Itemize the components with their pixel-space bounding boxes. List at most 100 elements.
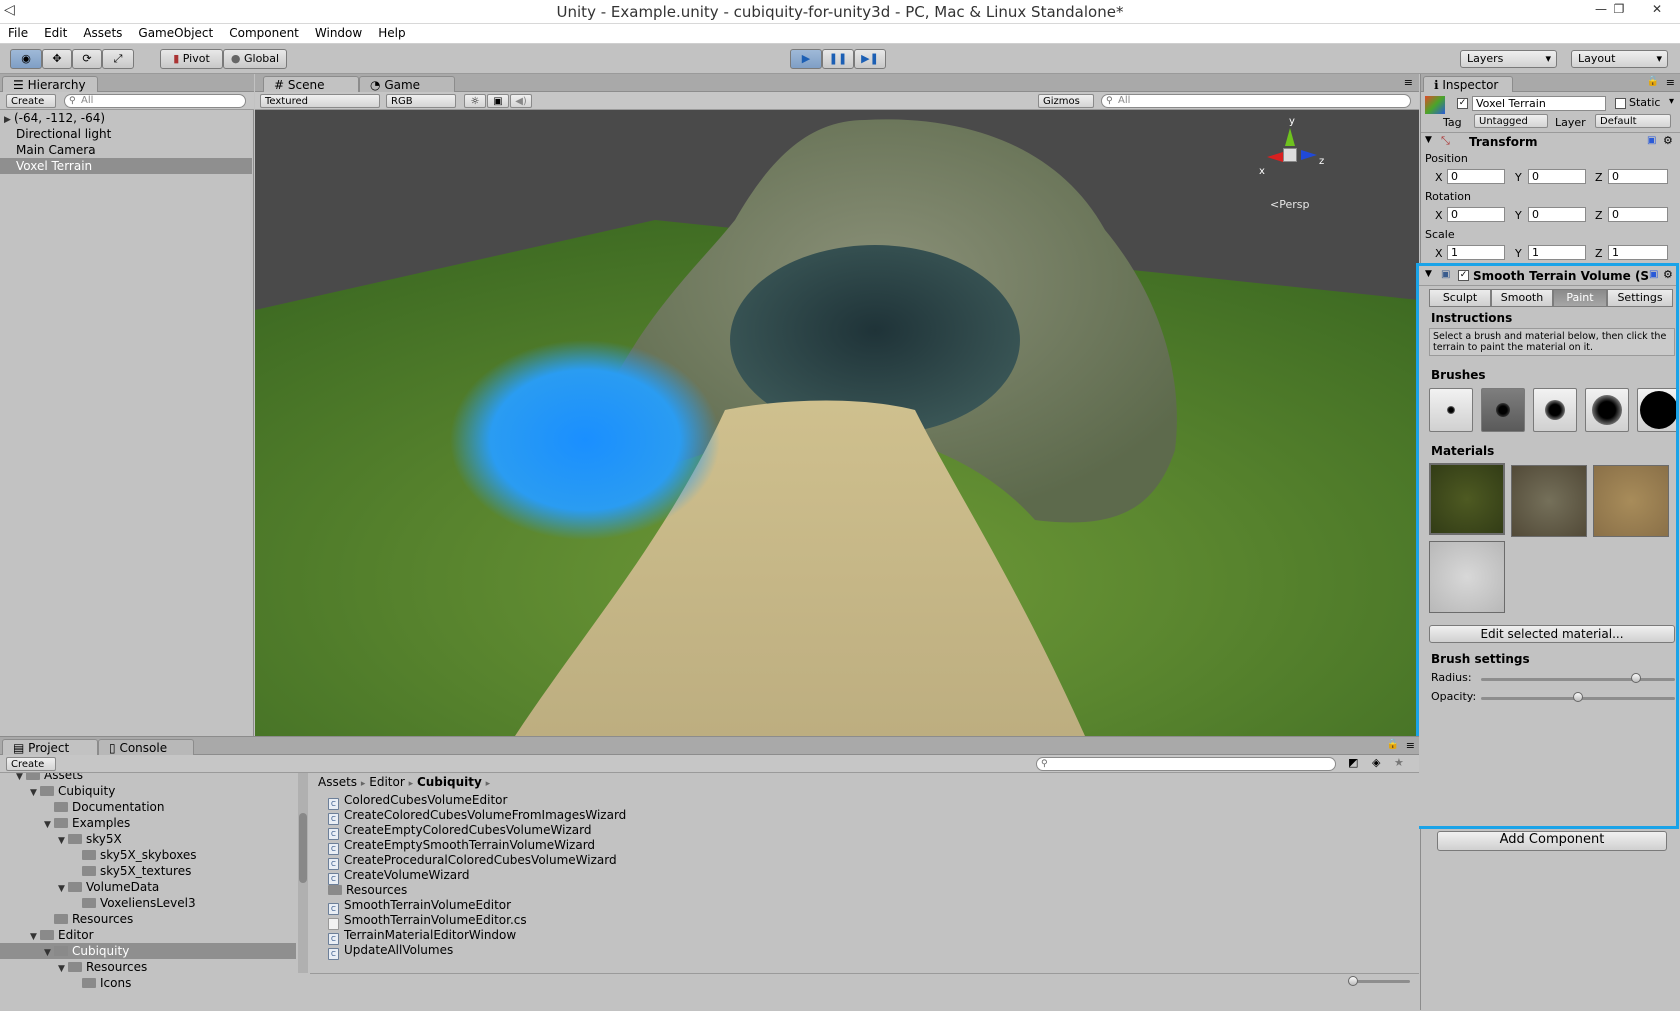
hierarchy-item-3[interactable]: Voxel Terrain: [0, 158, 252, 174]
tree-scrollbar[interactable]: [298, 773, 308, 973]
tree-item[interactable]: ▼ Editor: [0, 927, 296, 943]
close-icon[interactable]: ✕: [1646, 2, 1668, 20]
breadcrumb-assets[interactable]: Assets: [318, 775, 357, 789]
help-icon[interactable]: ▣: [1649, 269, 1659, 280]
rotation-x-field[interactable]: 0: [1447, 207, 1505, 222]
help-icon[interactable]: ▣: [1647, 135, 1656, 146]
step-button[interactable]: ▶❚: [854, 49, 886, 69]
color-mode-dropdown[interactable]: RGB: [386, 94, 456, 108]
view-tool-button[interactable]: ◉: [10, 49, 42, 69]
radius-slider-track[interactable]: [1481, 678, 1675, 681]
hierarchy-create-button[interactable]: Create: [6, 94, 56, 108]
component-enabled-checkbox[interactable]: ✓: [1458, 270, 1469, 281]
radius-slider-knob[interactable]: [1631, 673, 1642, 683]
brush-4[interactable]: [1585, 388, 1629, 432]
pivot-toggle[interactable]: ▮ Pivot: [160, 49, 223, 69]
object-name-input[interactable]: Voxel Terrain: [1472, 96, 1606, 111]
tree-item[interactable]: VoxeliensLevel3: [0, 895, 296, 911]
axis-y-cone[interactable]: [1285, 128, 1295, 146]
material-rock[interactable]: [1429, 541, 1505, 613]
static-dropdown-icon[interactable]: ▾: [1669, 96, 1674, 107]
projection-label[interactable]: <Persp: [1270, 198, 1309, 211]
restore-icon[interactable]: ❐: [1608, 2, 1630, 20]
file-item[interactable]: C CreateEmptyColoredCubesVolumeWizard: [328, 822, 591, 840]
tab-sculpt[interactable]: Sculpt: [1429, 289, 1491, 307]
gizmo-center-cube[interactable]: [1283, 148, 1297, 162]
position-x-field[interactable]: 0: [1447, 169, 1505, 184]
project-search-input[interactable]: [1036, 757, 1336, 771]
tab-console[interactable]: ▯ Console: [98, 739, 194, 755]
tree-scrollbar-thumb[interactable]: [299, 813, 307, 883]
pause-button[interactable]: ❚❚: [822, 49, 854, 69]
scale-z-field[interactable]: 1: [1608, 245, 1668, 260]
tree-item[interactable]: Icons: [0, 975, 296, 991]
tree-item[interactable]: ▼ Assets: [0, 773, 296, 783]
panel-menu-icon[interactable]: ≡: [1666, 76, 1675, 89]
lock-icon[interactable]: 🔒: [1387, 739, 1399, 750]
project-create-button[interactable]: Create: [6, 757, 56, 771]
tab-smooth[interactable]: Smooth: [1491, 289, 1553, 307]
brush-2[interactable]: [1481, 388, 1525, 432]
collapse-icon[interactable]: ▼: [1425, 269, 1432, 279]
layers-dropdown[interactable]: Layers: [1460, 50, 1557, 68]
tree-item[interactable]: ▼ Examples: [0, 815, 296, 831]
menu-window[interactable]: Window: [307, 24, 370, 40]
menu-component[interactable]: Component: [221, 24, 307, 40]
axis-x-cone[interactable]: [1267, 152, 1283, 162]
tree-item[interactable]: Documentation: [0, 799, 296, 815]
filter-type-icon[interactable]: ◩: [1348, 756, 1358, 769]
tab-inspector[interactable]: ℹ Inspector: [1423, 76, 1513, 92]
rotation-z-field[interactable]: 0: [1608, 207, 1668, 222]
material-dirt[interactable]: [1511, 465, 1587, 537]
material-sand[interactable]: [1593, 465, 1669, 537]
tab-project[interactable]: ▤ Project: [2, 739, 98, 755]
scale-x-field[interactable]: 1: [1447, 245, 1505, 260]
tab-settings[interactable]: Settings: [1607, 289, 1673, 307]
transform-header[interactable]: ▼ ⤡ Transform ▣ ⚙: [1421, 132, 1680, 150]
favorite-icon[interactable]: ★: [1394, 756, 1404, 769]
image-toggle[interactable]: ▣: [487, 94, 509, 108]
rotate-tool-button[interactable]: ⟳: [72, 49, 102, 69]
collapse-icon[interactable]: ▼: [1425, 135, 1432, 145]
axis-z-cone[interactable]: [1301, 150, 1317, 160]
layer-dropdown[interactable]: Default: [1595, 114, 1671, 128]
hierarchy-search-input[interactable]: All: [64, 94, 246, 108]
active-checkbox[interactable]: ✓: [1457, 98, 1468, 109]
rotation-y-field[interactable]: 0: [1528, 207, 1586, 222]
icon-size-slider-knob[interactable]: [1348, 976, 1358, 986]
tree-item[interactable]: ▼ Resources: [0, 959, 296, 975]
file-item[interactable]: C UpdateAllVolumes: [328, 942, 453, 960]
file-item[interactable]: C SmoothTerrainVolumeEditor: [328, 897, 511, 915]
menu-assets[interactable]: Assets: [75, 24, 130, 40]
tree-item[interactable]: sky5X_textures: [0, 863, 296, 879]
panel-menu-icon[interactable]: ≡: [1404, 76, 1413, 89]
icon-size-slider-track[interactable]: [1352, 980, 1410, 983]
opacity-slider-knob[interactable]: [1573, 692, 1583, 702]
file-item[interactable]: C ColoredCubesVolumeEditor: [328, 792, 507, 810]
edit-selected-material-button[interactable]: Edit selected material...: [1429, 625, 1675, 643]
render-mode-dropdown[interactable]: Textured: [260, 94, 380, 108]
tree-item[interactable]: sky5X_skyboxes: [0, 847, 296, 863]
lock-icon[interactable]: 🔒: [1647, 76, 1659, 87]
position-z-field[interactable]: 0: [1608, 169, 1668, 184]
layout-dropdown[interactable]: Layout: [1571, 50, 1668, 68]
tag-dropdown[interactable]: Untagged: [1474, 114, 1548, 128]
file-item[interactable]: C CreateProceduralColoredCubesVolumeWizar…: [328, 852, 617, 870]
brush-5[interactable]: [1637, 388, 1676, 432]
breadcrumb-cubiquity[interactable]: Cubiquity: [417, 775, 482, 789]
tab-game[interactable]: ◔ Game: [359, 76, 455, 92]
file-item[interactable]: C TerrainMaterialEditorWindow: [328, 927, 516, 945]
tree-item[interactable]: ▼ sky5X: [0, 831, 296, 847]
lighting-toggle[interactable]: ☼: [464, 94, 486, 108]
menu-edit[interactable]: Edit: [36, 24, 75, 40]
material-grass[interactable]: [1429, 463, 1505, 535]
move-tool-button[interactable]: ✥: [42, 49, 72, 69]
tree-item[interactable]: Resources: [0, 911, 296, 927]
scene-viewport[interactable]: y x z <Persp: [255, 110, 1419, 736]
file-item[interactable]: Resources: [328, 882, 407, 898]
position-y-field[interactable]: 0: [1528, 169, 1586, 184]
tree-item[interactable]: ▼ VolumeData: [0, 879, 296, 895]
scene-search-input[interactable]: All: [1101, 94, 1411, 108]
static-checkbox[interactable]: [1615, 98, 1626, 109]
menu-help[interactable]: Help: [370, 24, 413, 40]
